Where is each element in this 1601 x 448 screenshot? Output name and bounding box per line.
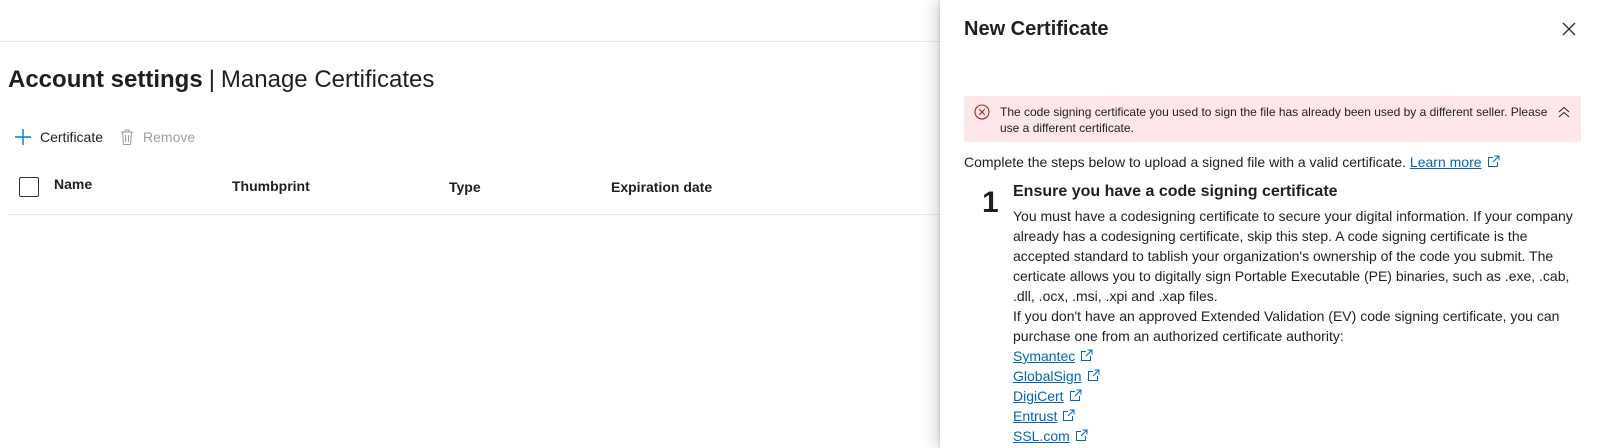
remove-button[interactable]: Remove xyxy=(119,128,195,146)
entrust-label: Entrust xyxy=(1013,408,1058,424)
intro-text: Complete the steps below to upload a sig… xyxy=(964,154,1500,170)
step-paragraph-2: If you don't have an approved Extended V… xyxy=(1013,308,1560,344)
select-all-checkbox[interactable] xyxy=(19,177,39,197)
column-header-expiration-date[interactable]: Expiration date xyxy=(611,179,712,195)
chevron-double-up-icon[interactable] xyxy=(1556,104,1572,120)
ssl-com-link[interactable]: SSL.com xyxy=(1013,428,1088,444)
panel-title: New Certificate xyxy=(964,18,1109,40)
close-icon xyxy=(1562,22,1576,36)
external-link-icon xyxy=(1063,409,1075,421)
external-link-icon xyxy=(1069,389,1082,401)
command-bar: Certificate Remove xyxy=(14,124,211,150)
digicert-link[interactable]: DigiCert xyxy=(1013,388,1082,404)
page-title-sub: Manage Certificates xyxy=(220,66,435,93)
step-title: Ensure you have a code signing certifica… xyxy=(1013,183,1338,200)
globalsign-link[interactable]: GlobalSign xyxy=(1013,368,1100,384)
external-link-icon xyxy=(1081,349,1093,361)
list-item: Symantec xyxy=(1013,346,1583,366)
external-link-icon xyxy=(1075,429,1088,441)
top-header-bar xyxy=(0,0,940,42)
symantec-link[interactable]: Symantec xyxy=(1013,348,1093,364)
entrust-link[interactable]: Entrust xyxy=(1013,408,1075,424)
ssl-com-label: SSL.com xyxy=(1013,428,1070,444)
error-message-text: The code signing certificate you used to… xyxy=(1000,105,1548,135)
plus-icon xyxy=(15,129,31,145)
step-paragraph-1: You must have a codesigning certificate … xyxy=(1013,208,1573,304)
digicert-label: DigiCert xyxy=(1013,388,1064,404)
add-certificate-label: Certificate xyxy=(40,129,104,145)
page-title-main: Account settings xyxy=(8,66,203,93)
certificate-authority-list: Symantec GlobalSign DigiCert Entrust SSL… xyxy=(1013,346,1583,446)
new-certificate-panel: New Certificate The code signing certifi… xyxy=(940,0,1601,448)
list-item: GlobalSign xyxy=(1013,366,1583,386)
learn-more-label: Learn more xyxy=(1409,154,1482,170)
learn-more-link[interactable]: Learn more xyxy=(1410,154,1500,170)
globalsign-label: GlobalSign xyxy=(1013,368,1082,384)
column-header-name[interactable]: Name xyxy=(54,176,92,192)
certificates-table-header: Name Thumbprint Type Expiration date xyxy=(8,170,940,215)
trash-icon xyxy=(121,129,134,146)
external-link-icon xyxy=(1487,155,1500,167)
column-header-thumbprint[interactable]: Thumbprint xyxy=(232,178,310,194)
symantec-label: Symantec xyxy=(1013,348,1076,364)
list-item: Entrust xyxy=(1013,406,1583,426)
error-circle-icon xyxy=(974,104,990,120)
remove-label: Remove xyxy=(143,129,196,145)
page-title-separator: | xyxy=(208,66,215,93)
list-item: SSL.com xyxy=(1013,426,1583,446)
external-link-icon xyxy=(1087,369,1099,381)
error-message-bar: The code signing certificate you used to… xyxy=(964,96,1581,142)
page-title: Account settings | Manage Certificates xyxy=(8,66,434,94)
column-header-type[interactable]: Type xyxy=(449,179,481,195)
intro-text-body: Complete the steps below to upload a sig… xyxy=(964,154,1407,170)
close-button[interactable] xyxy=(1560,20,1578,38)
add-certificate-button[interactable]: Certificate xyxy=(14,128,103,146)
list-item: DigiCert xyxy=(1013,386,1583,406)
step-number: 1 xyxy=(982,186,999,219)
step-body: You must have a codesigning certificate … xyxy=(1013,206,1583,446)
